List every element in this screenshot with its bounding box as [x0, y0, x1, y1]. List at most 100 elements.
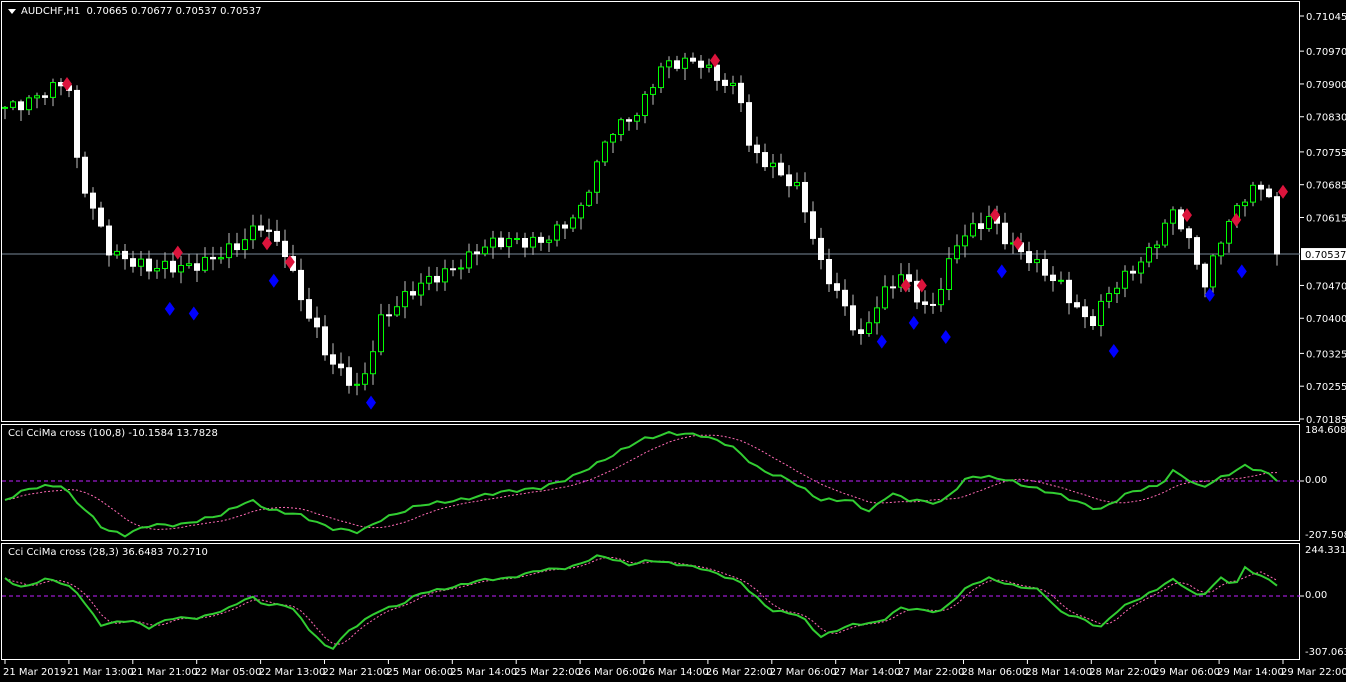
- time-axis-label: 27 Mar 06:00: [770, 667, 837, 678]
- candle-bear: [922, 301, 928, 305]
- buy-signal-diamond: [996, 264, 1007, 279]
- candle-bull: [50, 82, 56, 98]
- candle-bear: [130, 258, 136, 267]
- time-axis-label: 27 Mar 14:00: [834, 667, 901, 678]
- candle-bull: [1146, 247, 1152, 263]
- price-axis-label: 0.70400: [1306, 314, 1346, 325]
- chart-canvas[interactable]: 0.71045 0.70970 0.70900 0.70830 0.70755 0.706…: [0, 0, 1346, 682]
- candle-bear: [450, 268, 456, 271]
- candle-bull: [610, 134, 616, 143]
- price-axis-label: 0.70255: [1306, 382, 1346, 393]
- candle-bull: [490, 237, 496, 248]
- candle-bear: [826, 259, 832, 285]
- buy-signal-diamond: [366, 395, 376, 410]
- time-axis-label: 21 Mar 21:00: [131, 667, 198, 678]
- candle-bear: [722, 79, 728, 86]
- candle-bear: [322, 326, 328, 356]
- candle-bear: [850, 305, 856, 331]
- candle-bull: [114, 250, 120, 256]
- cci2-max-label: 244.3317: [1305, 545, 1346, 556]
- candle-bear: [338, 363, 344, 369]
- price-axis-label: 0.70470: [1306, 281, 1346, 292]
- candle-bull: [1250, 184, 1256, 203]
- chart-header: AUDCHF,H1 0.70665 0.70677 0.70537 0.7053…: [8, 6, 262, 17]
- candle-bull: [874, 307, 880, 324]
- candle-bull: [378, 314, 384, 353]
- candle-bull: [682, 57, 688, 69]
- candle-bull: [1122, 270, 1128, 289]
- buy-signal-diamond: [908, 315, 919, 330]
- candle-bear: [818, 237, 824, 261]
- main-panel-border: [1, 1, 1300, 422]
- candle-bear: [810, 211, 816, 239]
- candle-bear: [538, 236, 544, 243]
- buy-signal-diamond: [1108, 344, 1119, 359]
- candle-bear: [90, 192, 96, 209]
- candle-bear: [1042, 259, 1048, 276]
- candle-bear: [698, 60, 704, 68]
- price-axis-label: 0.70970: [1306, 47, 1346, 58]
- candle-bull: [1226, 220, 1232, 244]
- candle-bear: [802, 181, 808, 213]
- candle-bull: [354, 383, 360, 386]
- candle-bear: [146, 258, 152, 272]
- candle-bear: [778, 162, 784, 176]
- price-axis-label: 0.70325: [1306, 349, 1346, 360]
- candle-bull: [514, 238, 520, 241]
- ohlc-values: 0.70665 0.70677 0.70537 0.70537: [86, 6, 262, 17]
- candle-bear: [1090, 316, 1096, 327]
- candle-bull: [866, 322, 872, 334]
- cci1-line: [4, 430, 1278, 538]
- candle-bull: [954, 245, 960, 260]
- candle-bull: [634, 115, 640, 122]
- candle-bear: [474, 251, 480, 255]
- time-axis-label: 21 Mar 2019: [3, 667, 66, 678]
- candle-bull: [2, 106, 8, 109]
- time-axis-label: 28 Mar 06:00: [962, 667, 1029, 678]
- candle-bull: [554, 224, 560, 241]
- candle-bear: [122, 250, 128, 260]
- candle-bear: [314, 317, 320, 328]
- candle-bull: [1242, 201, 1248, 207]
- candle-bear: [1202, 263, 1208, 288]
- candle-bull: [34, 95, 40, 99]
- candle-bear: [170, 260, 176, 273]
- candle-bear: [234, 243, 240, 251]
- candle-bear: [1074, 302, 1080, 308]
- candle-bear: [786, 174, 792, 187]
- candle-bull: [250, 225, 256, 241]
- candle-bull: [658, 66, 664, 89]
- candle-bear: [754, 144, 760, 154]
- cci2-zero-label: 0.00: [1305, 590, 1328, 601]
- candle-bull: [938, 289, 944, 306]
- candle-bull: [362, 373, 368, 385]
- candle-bull: [506, 238, 512, 248]
- candle-bull: [618, 119, 624, 136]
- candle-bull: [1106, 293, 1112, 302]
- candle-bear: [562, 224, 568, 229]
- candle-bull: [770, 162, 776, 168]
- candle-bear: [42, 95, 48, 98]
- candle-bull: [650, 87, 656, 95]
- dropdown-triangle-icon[interactable]: [8, 8, 16, 14]
- time-axis-label: 25 Mar 22:00: [514, 667, 581, 678]
- cci1-max-label: 184.6087: [1305, 425, 1346, 436]
- candle-bull: [602, 141, 608, 163]
- candle-bull: [138, 258, 144, 267]
- candle-bear: [1274, 196, 1280, 255]
- candle-bull: [1034, 259, 1040, 264]
- candle-bear: [834, 283, 840, 291]
- candle-bull: [178, 264, 184, 273]
- candle-bull: [1154, 244, 1160, 249]
- time-axis-label: 22 Mar 21:00: [323, 667, 390, 678]
- candle-bear: [18, 101, 24, 111]
- candle-bear: [858, 329, 864, 334]
- candle-bull: [442, 268, 448, 283]
- cci2-line: [4, 554, 1278, 650]
- time-axis-label: 29 Mar 22:00: [1281, 667, 1346, 678]
- candle-bear: [762, 152, 768, 168]
- candle-bull: [1114, 287, 1120, 295]
- cci2-min-label: -307.0638: [1305, 647, 1346, 658]
- time-axis-label: 22 Mar 13:00: [259, 667, 326, 678]
- candle-bear: [106, 225, 112, 256]
